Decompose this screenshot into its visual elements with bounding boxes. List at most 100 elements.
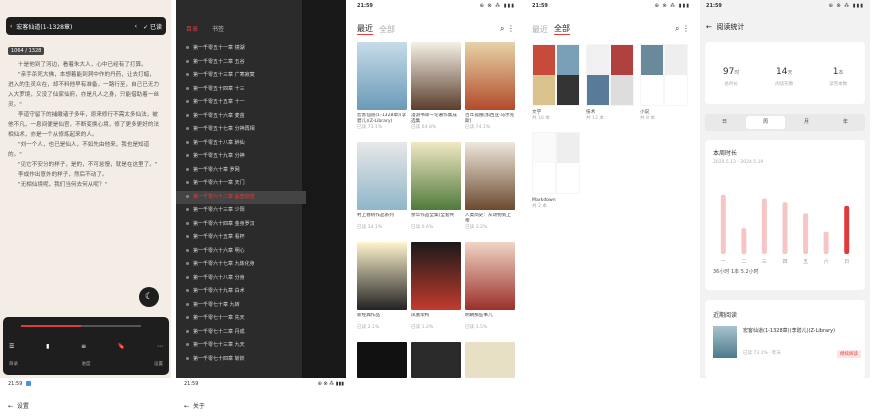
book-cover[interactable] (357, 142, 407, 210)
bar-二[interactable] (741, 228, 747, 254)
tab-recent[interactable]: 最近 (357, 23, 373, 35)
search-icon[interactable]: ⌕ (500, 24, 504, 33)
night-mode-icon[interactable]: ☾ (139, 287, 159, 307)
book-caption[interactable]: 村上春树作品系列 已读 34.1% (357, 213, 407, 231)
chapter-item[interactable]: 第一千零六十章 罗网 (186, 164, 296, 178)
chapter-item[interactable]: 第一千零六十七章 九炼化身 (186, 258, 296, 272)
book-cover[interactable] (411, 242, 461, 310)
book-caption[interactable]: 宏客仙道(1-1328章)(李碧儿)(Z-Library) 已读 73.1% (357, 113, 407, 131)
bar-三[interactable] (761, 198, 767, 255)
done-button[interactable]: ✓ 已读 (143, 22, 162, 31)
group-folder[interactable] (640, 44, 688, 106)
chapter-item[interactable]: 第一千零六十九章 白术 (186, 285, 296, 299)
book-caption[interactable]: 百年孤独[加西亚·马尔克斯] 已读 74.1% (465, 113, 515, 131)
book-cover[interactable] (465, 242, 515, 310)
chevron-left-icon[interactable]: ‹ (135, 23, 137, 30)
bar-四[interactable] (782, 202, 788, 254)
chapter-item[interactable]: 第一千零六十三章 少阳 (186, 204, 296, 218)
recent-book-title[interactable]: 宏客仙道(1-1328章)(李碧儿)(Z-Library) (743, 328, 843, 335)
tab-recent[interactable]: 最近 (532, 24, 548, 35)
book-title: 百年孤独[加西亚·马尔克斯] (465, 113, 515, 124)
book-cover[interactable] (357, 342, 407, 378)
chapter-item[interactable]: 第一千零六十一章 天门 (186, 177, 296, 191)
chapter-item[interactable]: 第一千零七十四章 斩妖 (186, 353, 296, 367)
more-vertical-icon[interactable]: ⋮ (507, 24, 515, 33)
period-month[interactable]: 月 (787, 114, 826, 131)
back-icon[interactable]: ← (8, 403, 13, 410)
back-icon[interactable]: ← (706, 23, 712, 31)
chapter-item[interactable]: 第一千零五十六章 麦苗 (186, 110, 296, 124)
group-folder[interactable] (532, 44, 580, 106)
chapter-item[interactable]: 第一千零五十四章 十三 (186, 83, 296, 97)
period-week[interactable]: 周 (746, 116, 785, 129)
period-year[interactable]: 年 (826, 114, 865, 131)
menu-icon[interactable]: ≡ (81, 343, 86, 350)
book-cover[interactable] (357, 42, 407, 110)
chapter-item[interactable]: 第一千零五十七章 分神再相 (186, 123, 296, 137)
book-cover[interactable] (713, 326, 737, 358)
book-caption[interactable]: 凤凰架构 已读 1.2% (411, 313, 461, 331)
chapter-item[interactable]: 第一千零六十二章 晶莹剔透 (176, 190, 306, 204)
chapter-title: 第一千零六十一章 天门 (193, 180, 245, 186)
page-badge: 1064 / 1328 (8, 47, 45, 55)
book-cover[interactable] (465, 42, 515, 110)
chapter-title: 第一千零五十六章 麦苗 (193, 112, 245, 119)
group-folder[interactable] (586, 44, 634, 106)
book-cover[interactable] (411, 42, 461, 110)
chapter-item[interactable]: 第一千零六十五章 看杯 (186, 231, 296, 245)
reader-title: 宏客仙道(1-1328章) (16, 23, 73, 31)
chapter-title: 第一千零七十三章 九天 (193, 342, 245, 348)
weekly-chart-card: 本周时长 2024.5.13 - 2024.5.19 一 二 三 四 五 六 日 36小时 … (705, 140, 865, 290)
tab-toc[interactable]: 目录 (186, 24, 198, 33)
book-caption[interactable]: 余华作品全集(全套共 已读 0.6% (411, 213, 461, 231)
bar-六[interactable] (823, 231, 829, 254)
tab-all[interactable]: 全部 (379, 24, 395, 35)
chapter-item[interactable]: 第一千零七十二章 丹成 (186, 326, 296, 340)
tab-all[interactable]: 全部 (554, 23, 570, 35)
book-cover[interactable] (465, 142, 515, 210)
bullet-icon (186, 181, 189, 184)
chapter-item[interactable]: 第一千零五十一章 镜湖 (186, 42, 296, 56)
chapter-item[interactable]: 第一千零七十三章 九天 (186, 339, 296, 353)
more-icon[interactable]: ⋯ (157, 343, 163, 350)
continue-reading-button[interactable]: 继续阅读 (837, 350, 861, 358)
chapter-item[interactable]: 第一千零五十二章 五谷 (186, 56, 296, 70)
chapter-item[interactable]: 第一千零七十章 九转 (186, 299, 296, 313)
chapter-item[interactable]: 第一千零六十四章 金身罗汉 (186, 218, 296, 232)
book-cover[interactable] (411, 342, 461, 378)
toc-icon[interactable]: ☰ (9, 343, 14, 350)
chapter-item[interactable]: 第一千零七十一章 先天 (186, 312, 296, 326)
paragraph: 李道守留下的捕缴诸子多年，原来修行不需太多仙法，被他不凡，一息间便是仙官，不断变… (8, 112, 160, 138)
back-icon[interactable]: ‹ (10, 23, 12, 30)
book-caption[interactable]: 漫游书单一论著作集成选集 已读 64.8% (411, 113, 461, 131)
book-caption[interactable]: 人类简史：从动物到上帝 已读 3.2% (465, 213, 515, 231)
reader-shade[interactable] (302, 0, 346, 378)
bar-日[interactable] (844, 205, 850, 254)
more-vertical-icon[interactable]: ⋮ (682, 24, 690, 33)
back-icon[interactable]: ← (184, 403, 189, 410)
group-folder[interactable] (532, 132, 580, 194)
book-cover[interactable] (465, 342, 515, 378)
bullet-icon (186, 154, 189, 157)
book-caption[interactable]: 明朝那些事儿 已读 1.5% (465, 313, 515, 331)
chapter-list: 第一千零五十一章 镜湖 第一千零五十二章 五谷 第一千零五十三章 广寒寂寞 第一千零五… (176, 42, 306, 367)
chapter-item[interactable]: 第一千零五十三章 广寒寂寞 (186, 69, 296, 83)
chapter-item[interactable]: 第一千零六十六章 明心 (186, 245, 296, 259)
search-icon[interactable]: ⌕ (675, 24, 679, 33)
progress-slider[interactable] (21, 325, 141, 327)
tab-bookmarks[interactable]: 书签 (212, 24, 224, 33)
chapter-title: 第一千零六十四章 金身罗汉 (193, 220, 255, 227)
bar-一[interactable] (720, 194, 726, 254)
chapter-item[interactable]: 第一千零五十五章 十一 (186, 96, 296, 110)
book-caption[interactable]: 新经典作品 已读 2.1% (357, 313, 407, 331)
bar-五[interactable] (803, 213, 809, 254)
chapter-title: 第一千零五十八章 醉仙 (193, 139, 245, 146)
chapter-item[interactable]: 第一千零六十八章 分身 (186, 272, 296, 286)
pause-icon[interactable]: ▮ (46, 343, 49, 350)
chapter-item[interactable]: 第一千零五十九章 分神 (186, 150, 296, 164)
book-cover[interactable] (357, 242, 407, 310)
bookmark-icon[interactable]: 🔖 (118, 343, 125, 350)
book-cover[interactable] (411, 142, 461, 210)
period-day[interactable]: 日 (705, 114, 744, 131)
chapter-item[interactable]: 第一千零五十八章 醉仙 (186, 137, 296, 151)
